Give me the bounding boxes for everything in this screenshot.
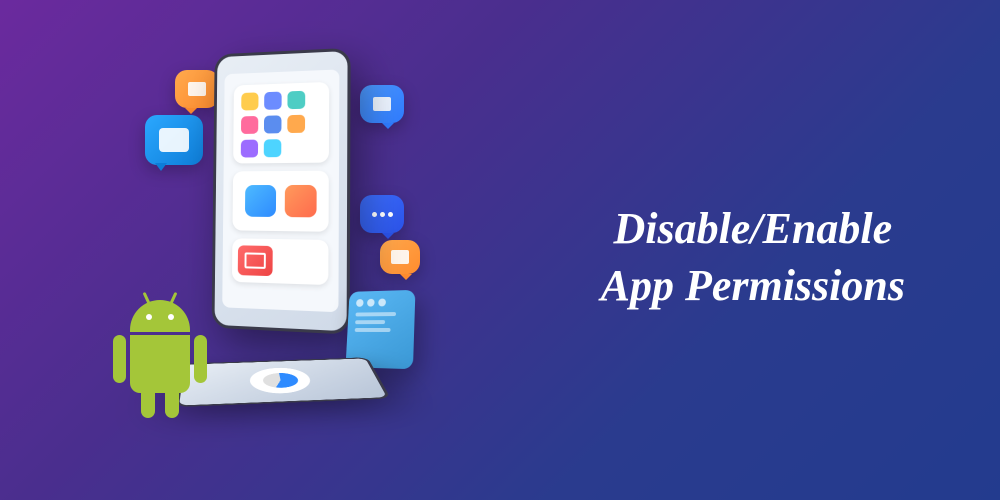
title-line-1: Disable/Enable [601, 200, 905, 257]
progress-circle-icon [249, 367, 314, 395]
app-icon [264, 139, 282, 157]
app-icon [264, 115, 282, 133]
app-icon [264, 92, 282, 110]
app-grid-widget [233, 82, 329, 164]
app-tile-icon [284, 185, 316, 217]
app-icon [241, 140, 258, 158]
android-robot-icon [115, 300, 205, 430]
app-icon [287, 115, 305, 133]
phone-body [212, 48, 351, 335]
app-icon [287, 91, 305, 109]
folder-bubble-icon [175, 70, 219, 108]
app-icon [241, 116, 258, 134]
app-icon [241, 92, 258, 110]
chat-bubble-icon [360, 195, 404, 233]
phone-screen [222, 69, 339, 312]
app-row-widget [232, 171, 328, 232]
title-line-2: App Permissions [601, 257, 905, 314]
folder-orange-bubble-icon [380, 240, 420, 274]
phone-foldable-base [176, 357, 391, 407]
mail-icon [238, 245, 273, 276]
wallet-bubble-icon [145, 115, 203, 165]
page-title: Disable/Enable App Permissions [601, 200, 905, 314]
phone-illustration [70, 30, 470, 470]
mail-widget [232, 238, 329, 285]
app-tile-icon [244, 185, 275, 217]
folder-blue-bubble-icon [360, 85, 404, 123]
